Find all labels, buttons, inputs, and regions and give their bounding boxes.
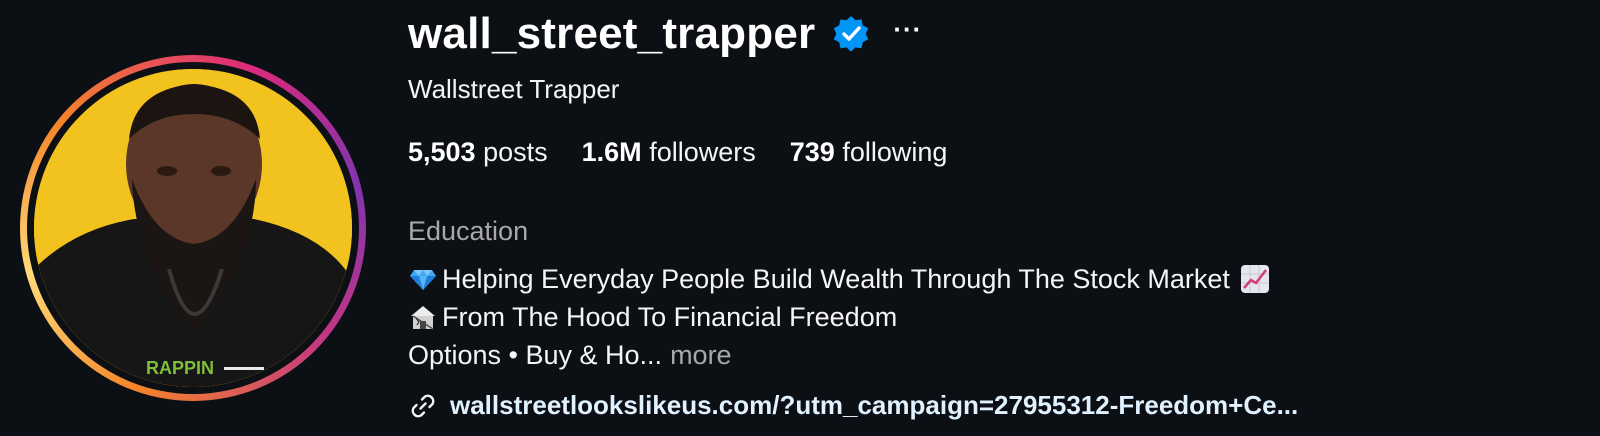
username-row: wall_street_trapper ··· <box>408 6 922 62</box>
bio-line-1: Helping Everyday People Build Wealth Thr… <box>408 260 1270 298</box>
derelict-house-icon <box>408 302 438 332</box>
following-label: following <box>842 137 948 167</box>
following-stat[interactable]: 739 following <box>790 137 948 168</box>
avatar[interactable]: RAPPIN <box>34 69 352 387</box>
verified-badge-icon <box>831 14 871 54</box>
username: wall_street_trapper <box>408 9 816 58</box>
bio-line-1-text: Helping Everyday People Build Wealth Thr… <box>442 264 1230 294</box>
more-options-button[interactable]: ··· <box>893 16 922 52</box>
profile-category: Education <box>408 216 529 246</box>
bio-more-button[interactable]: more <box>670 336 732 374</box>
chart-increasing-icon <box>1240 264 1270 294</box>
bio-line-3: Options • Buy & Ho... more <box>408 336 1270 374</box>
bio-line-2-text: From The Hood To Financial Freedom <box>442 302 898 332</box>
followers-stat[interactable]: 1.6M followers <box>582 137 756 168</box>
bio-line-2: From The Hood To Financial Freedom <box>408 298 1270 336</box>
avatar-gap: RAPPIN <box>27 62 359 394</box>
avatar-illustration: RAPPIN <box>34 69 352 387</box>
bio: Helping Everyday People Build Wealth Thr… <box>408 260 1270 374</box>
followers-label: followers <box>649 137 756 167</box>
avatar-text: RAPPIN <box>146 358 214 378</box>
profile-header: RAPPIN wall_street_trapper ··· Wallstree… <box>0 0 1600 436</box>
following-count: 739 <box>789 137 835 167</box>
bio-line-3-text: Options • Buy & Ho... <box>408 340 663 370</box>
followers-count: 1.6M <box>581 137 642 167</box>
posts-stat[interactable]: 5,503 posts <box>408 137 548 168</box>
story-ring[interactable]: RAPPIN <box>20 55 366 401</box>
full-name: Wallstreet Trapper <box>408 74 620 104</box>
profile-link-text: wallstreetlookslikeus.com/?utm_campaign=… <box>450 390 1299 420</box>
posts-label: posts <box>483 137 548 167</box>
profile-stats: 5,503 posts 1.6M followers 739 following <box>408 137 947 168</box>
profile-link[interactable]: wallstreetlookslikeus.com/?utm_campaign=… <box>408 390 1298 421</box>
gem-icon <box>408 264 438 294</box>
posts-count: 5,503 <box>408 137 476 167</box>
link-icon <box>408 391 438 421</box>
